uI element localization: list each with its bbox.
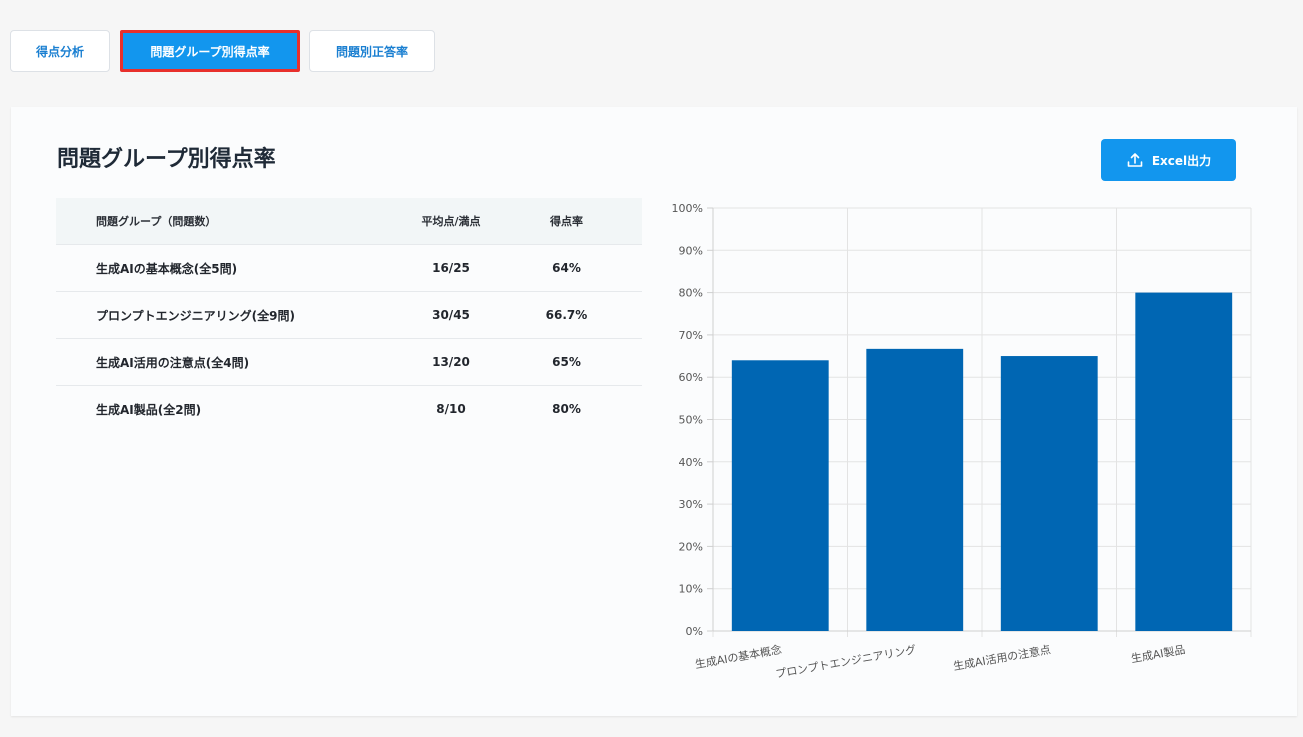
row-group: 生成AIの基本概念(全5問) xyxy=(96,261,238,276)
row-score: 30/45 xyxy=(432,308,470,322)
row-group: プロンプトエンジニアリング(全9問) xyxy=(96,308,295,323)
table-row: プロンプトエンジニアリング(全9問) 30/45 66.7% xyxy=(56,291,642,338)
y-tick-label: 80% xyxy=(679,287,703,300)
bar xyxy=(866,348,964,631)
y-tick-label: 90% xyxy=(679,244,703,257)
bar xyxy=(1000,356,1098,631)
tab-question-correct-rate[interactable]: 問題別正答率 xyxy=(309,30,435,72)
y-tick-label: 70% xyxy=(679,329,703,342)
y-tick-label: 50% xyxy=(679,414,703,427)
row-rate: 64% xyxy=(552,261,581,275)
y-tick-label: 100% xyxy=(672,202,703,215)
tab-score-analysis[interactable]: 得点分析 xyxy=(10,30,110,72)
chart-canvas: 0% 10% 20% 30% 40% 50% 60% 70% 80% 90% 100% 生成AIの基本… xyxy=(672,202,1252,681)
x-tick-label: 生成AI活用の注意点 xyxy=(952,642,1052,673)
page-title: 問題グループ別得点率 xyxy=(57,147,276,172)
y-tick-label: 40% xyxy=(679,456,703,469)
header-score: 平均点/満点 xyxy=(421,215,481,228)
excel-export-label: Excel出力 xyxy=(1151,153,1212,168)
excel-export-button[interactable]: Excel出力 xyxy=(1101,139,1236,181)
bar xyxy=(1135,292,1233,631)
row-score: 16/25 xyxy=(432,261,470,275)
score-rate-chart: 0% 10% 20% 30% 40% 50% 60% 70% 80% 90% 100% 生成AIの基本… xyxy=(661,194,1271,708)
y-tick-label: 10% xyxy=(679,583,703,596)
header-rate: 得点率 xyxy=(550,215,583,228)
tab-group-score-rate[interactable]: 問題グループ別得点率 xyxy=(120,30,300,72)
y-tick-label: 0% xyxy=(686,625,703,638)
upload-icon xyxy=(1126,151,1144,169)
x-tick-label: 生成AI製品 xyxy=(1130,642,1186,665)
y-tick-label: 30% xyxy=(679,498,703,511)
table-row: 生成AI製品(全2問) 8/10 80% xyxy=(56,385,642,432)
table-header: 問題グループ（問題数） 平均点/満点 得点率 xyxy=(56,198,642,244)
row-rate: 80% xyxy=(552,402,581,416)
y-tick-label: 20% xyxy=(679,540,703,553)
score-table: 問題グループ（問題数） 平均点/満点 得点率 生成AIの基本概念(全5問) 16… xyxy=(56,198,642,432)
y-tick-label: 60% xyxy=(679,371,703,384)
row-score: 13/20 xyxy=(432,355,470,369)
content-panel: 問題グループ別得点率 Excel出力 問題グループ（問題数） 平均点/満点 得点… xyxy=(11,107,1297,716)
table-row: 生成AIの基本概念(全5問) 16/25 64% xyxy=(56,244,642,291)
row-group: 生成AI活用の注意点(全4問) xyxy=(96,355,250,370)
table-row: 生成AI活用の注意点(全4問) 13/20 65% xyxy=(56,338,642,385)
bar xyxy=(731,360,829,631)
row-score: 8/10 xyxy=(436,402,466,416)
x-tick-label: 生成AIの基本概念 xyxy=(694,642,783,671)
row-group: 生成AI製品(全2問) xyxy=(96,402,202,417)
row-rate: 66.7% xyxy=(545,308,588,322)
header-group: 問題グループ（問題数） xyxy=(96,215,217,228)
x-tick-label: プロンプトエンジニアリング xyxy=(774,642,917,681)
row-rate: 65% xyxy=(552,355,581,369)
